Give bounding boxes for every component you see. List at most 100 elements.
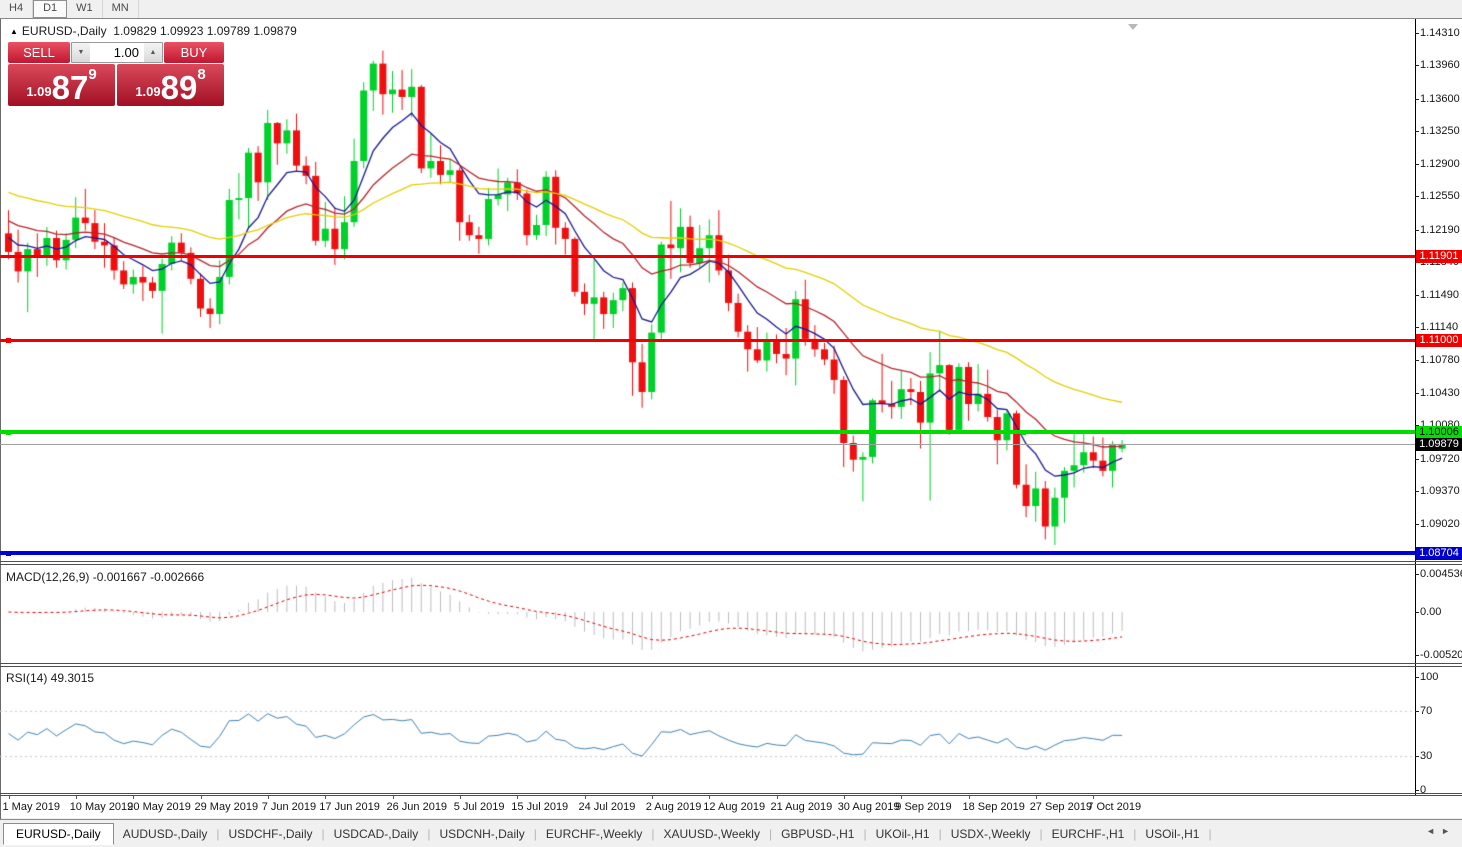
chart-shift-marker-icon[interactable] (1128, 24, 1138, 30)
price-axis-tick (1415, 524, 1419, 525)
sell-price-prefix: 1.09 (26, 84, 51, 99)
buy-price-big: 89 (161, 73, 198, 103)
tab-usoil-h1[interactable]: USOil-,H1 (1136, 824, 1208, 844)
date-axis-tick (393, 796, 394, 799)
tab-separator: | (1208, 827, 1211, 841)
window-collapse-icon[interactable]: ▲ (10, 27, 18, 36)
tab-audusd-daily[interactable]: AUDUSD-,Daily (114, 824, 217, 844)
timeframe-d1-button[interactable]: D1 (33, 0, 67, 18)
date-axis-label: 30 Aug 2019 (838, 801, 900, 813)
rsi-axis-tick (1415, 711, 1419, 712)
rsi-axis-tick-label: 0 (1420, 784, 1462, 796)
rsi-indicator-label: RSI(14) 49.3015 (6, 671, 94, 685)
date-axis-label: 5 Jul 2019 (454, 801, 505, 813)
buy-price-prefix: 1.09 (135, 84, 160, 99)
tab-usdcad-daily[interactable]: USDCAD-,Daily (325, 824, 428, 844)
volume-input[interactable] (90, 43, 144, 62)
sell-price-big: 87 (52, 73, 89, 103)
buy-button[interactable]: BUY (164, 42, 224, 63)
rsi-axis-tick-label: 70 (1420, 705, 1462, 717)
date-axis-label: 18 Sep 2019 (963, 801, 1025, 813)
chart-ohlc-values: 1.09829 1.09923 1.09789 1.09879 (113, 24, 297, 38)
date-axis-label: 15 Jul 2019 (511, 801, 568, 813)
current-price-line (0, 444, 1415, 445)
macd-axis-tick (1415, 574, 1419, 575)
sell-button[interactable]: SELL (8, 42, 70, 63)
date-axis-label: 29 May 2019 (195, 801, 259, 813)
price-axis-tick-label: 1.13960 (1420, 59, 1462, 71)
tab-eurchf-h1[interactable]: EURCHF-,H1 (1043, 824, 1134, 844)
date-axis-label: 12 Aug 2019 (703, 801, 765, 813)
macd-axis-tick-label: -0.005205 (1420, 649, 1462, 661)
price-axis-tick-label: 1.10430 (1420, 387, 1462, 399)
tab-usdchf-daily[interactable]: USDCHF-,Daily (220, 824, 322, 844)
date-axis-label: 24 Jul 2019 (579, 801, 636, 813)
price-axis-tick-label: 1.14310 (1420, 27, 1462, 39)
price-axis-tick (1415, 230, 1419, 231)
volume-increase-icon[interactable]: ▲ (144, 43, 162, 62)
price-axis-tick (1415, 196, 1419, 197)
level-drag-handle[interactable] (6, 551, 11, 556)
date-axis-tick (201, 796, 202, 799)
tab-scroll-right-icon[interactable]: ► (1441, 826, 1456, 836)
horizontal-level-line[interactable] (0, 551, 1415, 555)
timeframe-mn-button[interactable]: MN (103, 0, 139, 18)
macd-axis-tick-label: 0.00 (1420, 606, 1462, 618)
sell-price-button[interactable]: 1.09879 (8, 64, 115, 106)
price-axis-tick-label: 1.13600 (1420, 93, 1462, 105)
date-axis-tick (268, 796, 269, 799)
date-axis-label: 1 May 2019 (3, 801, 60, 813)
price-axis-tick (1415, 131, 1419, 132)
symbol-tab-bar: EURUSD-,DailyAUDUSD-,Daily | USDCHF-,Daily… (0, 820, 1462, 847)
tab-eurusd-daily[interactable]: EURUSD-,Daily (3, 823, 114, 845)
date-axis-label: 7 Oct 2019 (1087, 801, 1141, 813)
tab-eurchf-weekly[interactable]: EURCHF-,Weekly (537, 824, 651, 844)
level-drag-handle[interactable] (1021, 430, 1026, 435)
buy-price-sup: 8 (197, 66, 205, 83)
timeframe-h4-button[interactable]: H4 (0, 0, 33, 18)
date-axis-label: 10 May 2019 (70, 801, 134, 813)
macd-axis-tick (1415, 612, 1419, 613)
tab-xauusd-weekly[interactable]: XAUUSD-,Weekly (654, 824, 768, 844)
tab-usdx-weekly[interactable]: USDX-,Weekly (942, 824, 1040, 844)
price-axis-tick (1415, 491, 1419, 492)
price-axis-tick (1415, 295, 1419, 296)
price-axis-tick (1415, 99, 1419, 100)
date-axis-tick (325, 796, 326, 799)
tab-ukoil-h1[interactable]: UKOil-,H1 (867, 824, 939, 844)
horizontal-level-line[interactable] (0, 339, 1415, 342)
price-axis-tick (1415, 393, 1419, 394)
tab-usdcnh-daily[interactable]: USDCNH-,Daily (430, 824, 533, 844)
horizontal-level-line[interactable] (0, 255, 1415, 258)
date-axis-tick (9, 796, 10, 799)
price-axis-tick-label: 1.11490 (1420, 289, 1462, 301)
price-axis-tick-label: 1.09720 (1420, 453, 1462, 465)
rsi-canvas[interactable] (0, 667, 1415, 793)
level-drag-handle[interactable] (6, 430, 11, 435)
date-axis-label: 26 Jun 2019 (387, 801, 448, 813)
volume-decrease-icon[interactable]: ▼ (72, 43, 90, 62)
timeframe-w1-button[interactable]: W1 (67, 0, 103, 18)
date-axis-tick (585, 796, 586, 799)
chart-window-header: ▲EURUSD-,Daily 1.09829 1.09923 1.09789 1… (10, 24, 297, 38)
date-axis-label: 27 Sep 2019 (1030, 801, 1092, 813)
horizontal-level-line[interactable] (0, 430, 1415, 434)
price-axis-tick (1415, 327, 1419, 328)
volume-spinner: ▼ ▲ (71, 42, 163, 63)
date-axis-tick (1093, 796, 1094, 799)
price-axis-tick-label: 1.09370 (1420, 485, 1462, 497)
timeframe-toolbar: H4 D1 W1 MN (0, 0, 1462, 19)
rsi-axis-tick (1415, 677, 1419, 678)
macd-axis-tick-label: 0.004536 (1420, 568, 1462, 580)
buy-price-button[interactable]: 1.09898 (117, 64, 224, 106)
rsi-axis-tick-label: 100 (1420, 671, 1462, 683)
level-drag-handle[interactable] (6, 338, 11, 343)
macd-canvas[interactable] (0, 565, 1415, 661)
date-axis-label: 7 Jun 2019 (262, 801, 316, 813)
tab-scroll-left-icon[interactable]: ◄ (1426, 826, 1441, 836)
macd-indicator-label: MACD(12,26,9) -0.001667 -0.002666 (6, 570, 204, 584)
level-price-label: 1.11901 (1416, 250, 1462, 263)
price-axis-tick-label: 1.11140 (1420, 321, 1462, 333)
tab-gbpusd-h1[interactable]: GBPUSD-,H1 (772, 824, 863, 844)
date-axis-tick (76, 796, 77, 799)
